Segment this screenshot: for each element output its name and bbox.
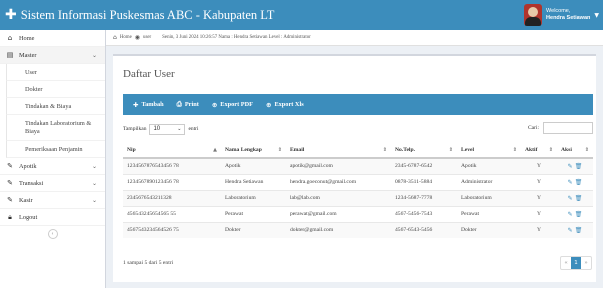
add-button[interactable]: ✚ Tambah [133,101,164,109]
edit-icon[interactable]: ✎ [568,195,573,202]
col-telp[interactable]: No.Telp. ⇕ [391,142,457,159]
table-row: 1234567876543456 78 Apotik apotik@gmail.… [123,157,593,174]
toolbar: ✚ Tambah ⎙ Print ⊕ Export PDF ⊕ Export X… [123,94,593,115]
sidebar-item-master[interactable]: ▤ Master ⌄ [0,47,105,64]
sidebar: ⌂ Home ▤ Master ⌄ User Dokter Tindakan &… [0,30,106,288]
edit-icon: ✎ [7,196,13,204]
chevron-down-icon: ⌄ [91,162,97,170]
col-nama[interactable]: Nama Lengkap ⇕ [221,142,286,159]
table-row: 1234567890123456 78 Hendra Setiawan hend… [123,173,593,190]
chevron-down-icon: ⌄ [177,126,182,132]
table-controls: Tampilkan 10 ⌄ entri Cari: [123,122,593,136]
edit-icon[interactable]: ✎ [568,163,573,170]
next-page-button[interactable]: » [581,257,591,269]
search-input[interactable] [543,122,593,134]
sort-asc-icon: ▲ [213,146,217,153]
user-greeting: Welcome, [546,8,571,14]
sort-icon: ⇕ [448,146,453,153]
session-info: Senin, 3 Juni 2024 10:26:57 Nama : Hendr… [162,35,311,40]
table-row: 2345676543211328 Laboratorium lab@lab.co… [123,189,593,206]
breadcrumb-home[interactable]: Home [120,35,132,40]
chevron-down-icon: ⌄ [91,179,97,187]
col-level[interactable]: Level ⇕ [457,142,521,159]
prev-page-button[interactable]: « [561,257,571,269]
sidebar-item-apotik[interactable]: ✎ Apotik ⌄ [0,158,105,175]
app-brand[interactable]: ✚ Sistem Informasi Puskesmas ABC - Kabup… [0,7,274,23]
edit-icon[interactable]: ✎ [568,179,573,186]
download-icon: ⊕ [266,100,272,109]
sidebar-item-kasir[interactable]: ✎ Kasir ⌄ [0,192,105,209]
chevron-down-icon: ▼ [594,11,599,19]
lock-icon: 🔒︎ [8,212,12,221]
collapse-sidebar-icon[interactable]: ‹ [47,229,58,239]
avatar [524,4,543,26]
breadcrumb: ⌂ Home ◉ user Senin, 3 Juni 2024 10:26:5… [106,30,603,46]
trash-icon[interactable]: 🗑︎ [575,195,583,202]
user-list-panel: Daftar User ✚ Tambah ⎙ Print ⊕ Export PD… [113,54,596,282]
sidebar-item-tindakan-lab[interactable]: Tindakan Laboratorium & Biaya [6,115,105,141]
table-info: 1 sampai 5 dari 5 entri [123,260,174,266]
table-icon: ▤ [6,51,14,59]
user-table: Nip ▲ Nama Lengkap ⇕ Email ⇕ No.Telp. ⇕ Leve… [123,142,593,238]
sort-icon: ⇕ [382,146,387,153]
print-button[interactable]: ⎙ Print [177,100,199,109]
table-header: Nip ▲ Nama Lengkap ⇕ Email ⇕ No.Telp. ⇕ Leve… [123,142,593,159]
home-icon: ⌂ [7,34,13,42]
trash-icon[interactable]: 🗑︎ [575,179,583,186]
search-label: Cari: [528,125,539,131]
table-row: 456543245654565 55 Perawat perawat@gmail… [123,205,593,222]
sort-icon: ⇕ [584,146,589,153]
sidebar-item-home[interactable]: ⌂ Home [0,30,105,47]
chevron-down-icon: ⌄ [91,196,97,204]
edit-icon: ✎ [7,162,13,170]
col-email[interactable]: Email ⇕ [286,142,391,159]
home-icon[interactable]: ⌂ [113,34,117,41]
sort-icon: ⇕ [512,146,517,153]
breadcrumb-current: user [143,35,152,40]
sidebar-item-dokter[interactable]: Dokter [6,81,105,98]
sort-icon: ⇕ [277,146,282,153]
export-xls-button[interactable]: ⊕ Export Xls [266,101,304,109]
app-title: Sistem Informasi Puskesmas ABC - Kabupat… [20,7,275,22]
col-nip[interactable]: Nip ▲ [123,142,221,159]
user-name: Hendra Setiawan [546,15,591,21]
print-icon: ⎙ [176,100,182,108]
page-title: Daftar User [123,68,175,80]
plus-logo-icon: ✚ [5,7,17,23]
sort-icon: ⇕ [548,146,553,153]
sidebar-item-transaksi[interactable]: ✎ Transaksi ⌄ [0,175,105,192]
gauge-icon: ◉ [134,34,141,41]
top-navbar: ✚ Sistem Informasi Puskesmas ABC - Kabup… [0,0,603,30]
trash-icon[interactable]: 🗑︎ [575,227,583,234]
download-icon: ⊕ [211,100,218,109]
trash-icon[interactable]: 🗑︎ [575,163,583,170]
edit-icon[interactable]: ✎ [568,211,573,218]
sidebar-item-tindakan-biaya[interactable]: Tindakan & Biaya [6,98,105,115]
page-button[interactable]: 1 [571,257,581,269]
col-aktif[interactable]: Aktif ⇕ [521,142,557,159]
trash-icon[interactable]: 🗑︎ [575,211,583,218]
table-row: 4567543234564526 75 Dokter dokter@gmail.… [123,221,593,238]
sidebar-item-logout[interactable]: 🔒︎ Logout [0,209,105,226]
export-pdf-button[interactable]: ⊕ Export PDF [212,101,253,109]
sidebar-item-user[interactable]: User [6,64,105,81]
sidebar-item-pemeriksaan[interactable]: Pemeriksaan Penjamin [6,141,105,158]
user-menu[interactable]: Welcome, Hendra Setiawan ▼ [524,0,603,30]
page-length-select[interactable]: 10 ⌄ [149,123,186,135]
col-aksi[interactable]: Aksi ⇕ [557,142,593,159]
pagination: « 1 » [560,256,592,270]
edit-icon: ✎ [7,179,13,187]
plus-icon: ✚ [133,100,139,109]
chevron-down-icon: ⌄ [91,51,97,59]
edit-icon[interactable]: ✎ [568,227,573,234]
